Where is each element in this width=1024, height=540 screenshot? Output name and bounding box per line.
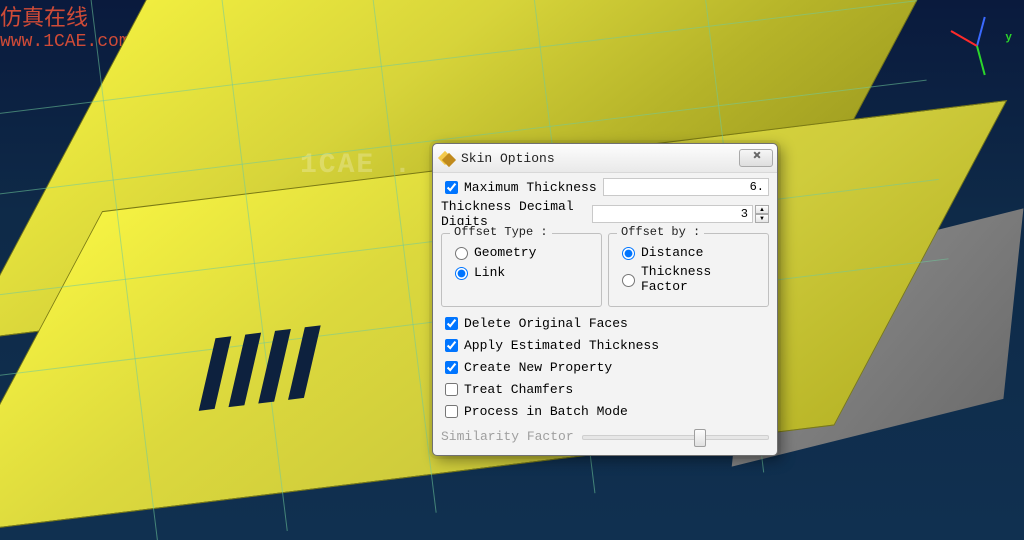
offset-type-link-label: Link [474,265,505,280]
offset-type-group: Offset Type : Geometry Link [441,233,602,307]
offset-by-distance-radio[interactable] [622,247,635,260]
create-new-property-label: Create New Property [464,360,612,375]
offset-type-link-radio[interactable] [455,267,468,280]
delete-original-faces-label: Delete Original Faces [464,316,628,331]
delete-original-faces-checkbox[interactable] [445,317,458,330]
treat-chamfers-label: Treat Chamfers [464,382,573,397]
dialog-title: Skin Options [461,151,739,166]
decimal-digits-input[interactable] [592,205,753,223]
process-in-batch-checkbox[interactable] [445,405,458,418]
create-new-property-checkbox[interactable] [445,361,458,374]
decimal-digits-spinner[interactable]: ▲ ▼ [755,205,769,223]
close-button[interactable] [739,149,773,167]
max-thickness-checkbox[interactable] [445,181,458,194]
max-thickness-input[interactable] [603,178,769,196]
offset-by-thickness-factor-radio[interactable] [622,274,635,287]
treat-chamfers-checkbox[interactable] [445,383,458,396]
max-thickness-label: Maximum Thickness [464,180,597,195]
offset-by-distance-label: Distance [641,245,703,260]
apply-estimated-thickness-checkbox[interactable] [445,339,458,352]
skin-options-dialog: Skin Options Maximum Thickness Thickness… [432,143,778,456]
similarity-factor-label: Similarity Factor [441,429,574,444]
offset-by-thickness-factor-label: Thickness Factor [641,264,760,294]
offset-type-geometry-label: Geometry [474,245,536,260]
process-in-batch-label: Process in Batch Mode [464,404,628,419]
similarity-factor-slider[interactable] [582,427,769,445]
spinner-up-icon[interactable]: ▲ [755,205,769,214]
skin-options-icon [439,150,455,166]
axis-y-label: y [1005,32,1012,44]
dialog-titlebar[interactable]: Skin Options [433,144,777,173]
slider-thumb[interactable] [694,429,706,447]
spinner-down-icon[interactable]: ▼ [755,214,769,223]
apply-estimated-thickness-label: Apply Estimated Thickness [464,338,659,353]
axis-triad: y [946,6,1016,76]
offset-by-group: Offset by : Distance Thickness Factor [608,233,769,307]
offset-type-legend: Offset Type : [450,225,552,239]
offset-type-geometry-radio[interactable] [455,247,468,260]
offset-by-legend: Offset by : [617,225,704,239]
